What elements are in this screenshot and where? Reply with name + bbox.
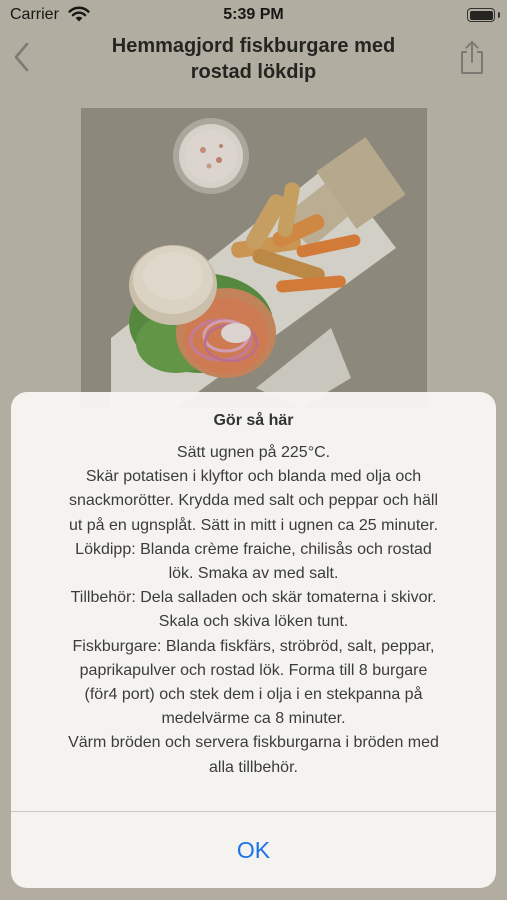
alert-message-line: Tillbehör: Dela salladen och skär tomate… bbox=[70, 589, 437, 607]
alert-message-line: Sätt ugnen på 225°C. bbox=[176, 444, 331, 461]
instructions-alert: Gör så här Sätt ugnen på 225°C. Skär pot… bbox=[11, 392, 496, 888]
alert-message-line: Fiskburgare: Blanda fiskfärs, ströbröd, … bbox=[72, 637, 435, 655]
alert-message-line: Värm bröden och servera fiskburgarna i b… bbox=[68, 734, 439, 752]
alert-message-line: alla tillbehör. bbox=[209, 758, 298, 776]
alert-message-line: medelvärme ca 8 minuter. bbox=[161, 710, 346, 728]
alert-message: Sätt ugnen på 225°C. Skär potatisen i kl… bbox=[23, 441, 484, 780]
alert-message-line: ut på en ugnsplåt. Sätt in mitt i ugnen … bbox=[68, 516, 439, 534]
alert-message-line: Lökdipp: Blanda crème fraiche, chilisås … bbox=[75, 540, 432, 558]
alert-message-line: snackmorötter. Krydda med salt och peppa… bbox=[68, 492, 439, 510]
alert-message-line: Skär potatisen i klyftor och blanda med … bbox=[85, 468, 422, 486]
alert-title: Gör så här bbox=[213, 412, 294, 429]
screen: Carrier 5:39 PM Hemmagjord fiskburgare m… bbox=[0, 0, 507, 900]
alert-message-line: paprikapulver och rostad lök. Forma till… bbox=[79, 661, 428, 679]
alert-message-line: lök. Smaka av med salt. bbox=[168, 565, 339, 583]
alert-message-line: (för4 port) och stek dem i olja i en ste… bbox=[84, 686, 423, 704]
alert-message-line: Skala och skiva löken tunt. bbox=[158, 613, 349, 631]
ok-button[interactable]: OK bbox=[11, 812, 496, 888]
